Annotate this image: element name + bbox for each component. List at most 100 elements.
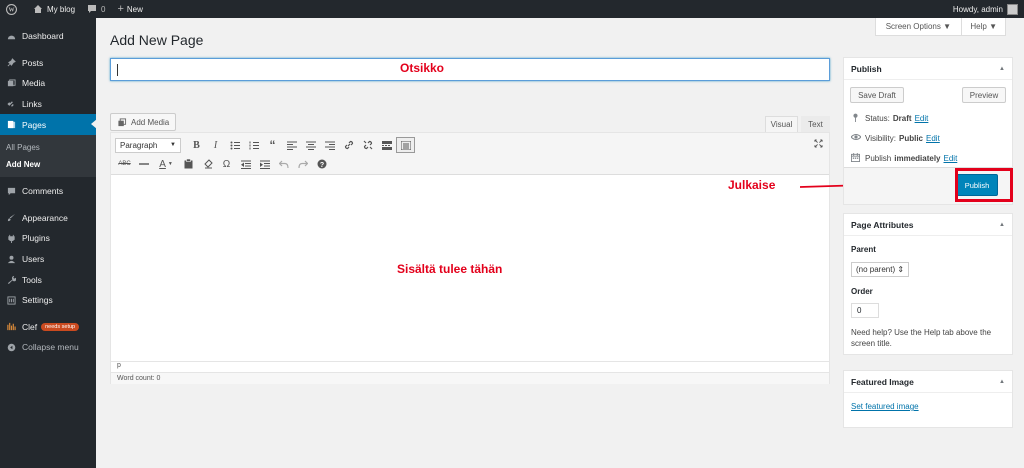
visibility-value: Public bbox=[898, 133, 923, 143]
sidebar-item-label: Settings bbox=[22, 295, 53, 306]
collapse-arrow-icon[interactable]: ▲ bbox=[999, 379, 1005, 385]
sidebar-item-label: Dashboard bbox=[22, 31, 64, 42]
align-center-icon[interactable] bbox=[301, 137, 320, 153]
horizontal-line-icon[interactable] bbox=[134, 156, 153, 172]
align-left-icon[interactable] bbox=[282, 137, 301, 153]
sidebar-item-comments[interactable]: Comments bbox=[0, 181, 96, 202]
schedule-label: Publish bbox=[865, 154, 892, 163]
plus-icon: + bbox=[117, 3, 124, 15]
sidebar-item-plugins[interactable]: Plugins bbox=[0, 228, 96, 249]
publish-annotation: Julkaise bbox=[728, 178, 776, 192]
fullscreen-icon[interactable] bbox=[814, 139, 823, 150]
page-attributes-header[interactable]: Page Attributes ▲ bbox=[844, 214, 1012, 236]
new-label: New bbox=[126, 4, 143, 14]
account-menu[interactable]: Howdy, admin bbox=[953, 3, 1024, 15]
sidebar-item-clef[interactable]: Clef needs setup bbox=[0, 317, 96, 338]
visibility-row: Visibility: Public Edit bbox=[850, 133, 940, 143]
featured-image-header[interactable]: Featured Image ▲ bbox=[844, 371, 1012, 393]
site-name: My blog bbox=[47, 4, 76, 14]
publish-box-header[interactable]: Publish ▲ bbox=[844, 58, 1012, 80]
order-label: Order bbox=[851, 287, 873, 296]
submenu-item-all-pages[interactable]: All Pages bbox=[0, 139, 96, 156]
title-input[interactable] bbox=[110, 58, 830, 81]
collapse-arrow-icon[interactable]: ▲ bbox=[999, 222, 1005, 228]
sidebar-item-users[interactable]: Users bbox=[0, 249, 96, 270]
keyboard-shortcuts-icon[interactable]: ? bbox=[312, 156, 331, 172]
sidebar-item-label: Posts bbox=[22, 57, 44, 68]
sidebar-item-label: Clef bbox=[22, 321, 38, 332]
page-title: Add New Page bbox=[110, 32, 204, 48]
tab-visual[interactable]: Visual bbox=[765, 116, 798, 132]
content-annotation: Sisältä tulee tähän bbox=[397, 262, 503, 276]
featured-image-title: Featured Image bbox=[851, 376, 914, 387]
bold-icon[interactable]: B bbox=[187, 137, 206, 153]
pin-icon bbox=[6, 58, 16, 68]
redo-icon[interactable] bbox=[293, 156, 312, 172]
schedule-value: immediately bbox=[894, 154, 941, 163]
wordpress-logo-icon[interactable]: W bbox=[0, 0, 27, 18]
sidebar-item-media[interactable]: Media bbox=[0, 73, 96, 94]
collapse-arrow-icon[interactable]: ▲ bbox=[999, 66, 1005, 72]
page-attributes-box: Page Attributes ▲ Parent (no parent) ⇕ O… bbox=[843, 213, 1013, 355]
save-draft-button[interactable]: Save Draft bbox=[850, 87, 904, 103]
special-character-icon[interactable]: Ω bbox=[217, 156, 236, 172]
set-featured-image-link[interactable]: Set featured image bbox=[851, 402, 919, 411]
edit-visibility-link[interactable]: Edit bbox=[926, 134, 940, 143]
bullet-list-icon[interactable] bbox=[225, 137, 244, 153]
edit-status-link[interactable]: Edit bbox=[915, 114, 929, 123]
sidebar-item-appearance[interactable]: Appearance bbox=[0, 208, 96, 229]
unlink-icon[interactable] bbox=[358, 137, 377, 153]
media-icon bbox=[118, 117, 127, 126]
text-caret bbox=[117, 64, 118, 76]
submenu-item-add-new[interactable]: Add New bbox=[0, 156, 96, 173]
home-icon bbox=[34, 5, 42, 13]
eye-icon bbox=[850, 133, 862, 143]
clear-formatting-icon[interactable] bbox=[198, 156, 217, 172]
outdent-icon[interactable] bbox=[236, 156, 255, 172]
status-label: Status: bbox=[865, 114, 890, 123]
tab-text[interactable]: Text bbox=[801, 116, 830, 132]
format-select[interactable]: Paragraph ▼ bbox=[115, 137, 181, 153]
sidebar-item-label: Comments bbox=[22, 186, 64, 197]
new-content-link[interactable]: + New bbox=[111, 0, 148, 18]
help-button[interactable]: Help ▼ bbox=[961, 18, 1006, 36]
settings-icon bbox=[6, 295, 16, 305]
element-path[interactable]: p bbox=[111, 361, 829, 372]
link-icon[interactable] bbox=[339, 137, 358, 153]
paste-text-icon[interactable] bbox=[179, 156, 198, 172]
sidebar-item-posts[interactable]: Posts bbox=[0, 53, 96, 74]
parent-select[interactable]: (no parent) ⇕ bbox=[851, 262, 910, 277]
needs-setup-badge: needs setup bbox=[41, 322, 80, 331]
sidebar-item-dashboard[interactable]: Dashboard bbox=[0, 26, 96, 47]
italic-icon[interactable]: I bbox=[206, 137, 225, 153]
comments-link[interactable]: 0 bbox=[81, 0, 111, 18]
format-value: Paragraph bbox=[120, 140, 158, 150]
featured-image-box: Featured Image ▲ Set featured image bbox=[843, 370, 1013, 428]
sidebar-item-label: Pages bbox=[22, 119, 47, 130]
sidebar-item-label: Tools bbox=[22, 274, 42, 285]
text-color-icon[interactable]: A ▼ bbox=[153, 156, 179, 172]
sidebar-item-links[interactable]: Links bbox=[0, 94, 96, 115]
read-more-icon[interactable] bbox=[377, 137, 396, 153]
screen-options-button[interactable]: Screen Options ▼ bbox=[874, 18, 962, 36]
sidebar-item-collapse[interactable]: Collapse menu bbox=[0, 337, 96, 358]
order-input[interactable]: 0 bbox=[851, 303, 879, 318]
strikethrough-icon[interactable]: ABC bbox=[115, 156, 134, 172]
preview-button[interactable]: Preview bbox=[962, 87, 1006, 103]
schedule-row: Publish immediately Edit bbox=[851, 153, 957, 164]
sidebar-item-settings[interactable]: Settings bbox=[0, 290, 96, 311]
undo-icon[interactable] bbox=[274, 156, 293, 172]
align-right-icon[interactable] bbox=[320, 137, 339, 153]
blockquote-icon[interactable]: “ bbox=[263, 137, 282, 153]
sidebar-item-pages[interactable]: Pages bbox=[0, 114, 97, 135]
add-media-button[interactable]: Add Media bbox=[110, 113, 177, 131]
toolbar-toggle-icon[interactable] bbox=[396, 137, 415, 153]
indent-icon[interactable] bbox=[255, 156, 274, 172]
sidebar-item-tools[interactable]: Tools bbox=[0, 269, 96, 290]
admin-sidebar: Dashboard Posts Media Links Pages All Pa… bbox=[0, 18, 97, 468]
site-name-link[interactable]: My blog bbox=[27, 0, 81, 18]
edit-schedule-link[interactable]: Edit bbox=[944, 154, 958, 163]
publish-highlight bbox=[955, 168, 1013, 202]
numbered-list-icon[interactable] bbox=[244, 137, 263, 153]
dashboard-icon bbox=[6, 31, 16, 41]
